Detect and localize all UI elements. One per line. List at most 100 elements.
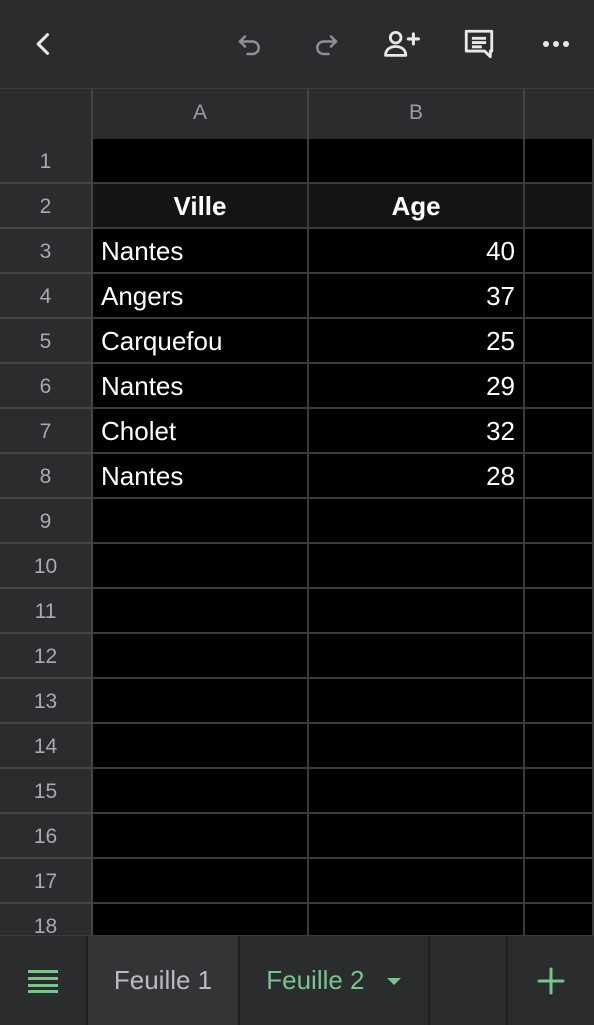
cell-b4[interactable]: 37 [309,274,525,319]
cell-c16[interactable] [525,814,594,859]
cell-b2[interactable]: Age [309,184,525,229]
cell-b15[interactable] [309,769,525,814]
tab-feuille-1[interactable]: Feuille 1 [88,936,238,1025]
row-number[interactable]: 16 [0,814,93,859]
cell-a17[interactable] [93,859,309,904]
column-header-bar: A B [0,89,594,141]
cell-c1[interactable] [525,139,594,184]
cell-c10[interactable] [525,544,594,589]
cell-a6[interactable]: Nantes [93,364,309,409]
cell-a14[interactable] [93,724,309,769]
cell-b6[interactable]: 29 [309,364,525,409]
column-header-a[interactable]: A [93,89,309,139]
row-number[interactable]: 6 [0,364,93,409]
cell-a10[interactable] [93,544,309,589]
cell-a3[interactable]: Nantes [93,229,309,274]
cell-c13[interactable] [525,679,594,724]
cell-c4[interactable] [525,274,594,319]
table-row: 17 [0,859,594,904]
add-person-icon[interactable] [376,18,428,70]
row-number[interactable]: 2 [0,184,93,229]
select-all-corner[interactable] [0,89,93,139]
tab-label: Feuille 2 [266,965,365,995]
back-icon[interactable] [18,18,70,70]
sheet-list-icon[interactable] [0,936,86,1025]
cell-c14[interactable] [525,724,594,769]
cell-a7[interactable]: Cholet [93,409,309,454]
row-number[interactable]: 10 [0,544,93,589]
cell-b17[interactable] [309,859,525,904]
cell-a2[interactable]: Ville [93,184,309,229]
cell-a16[interactable] [93,814,309,859]
cell-b10[interactable] [309,544,525,589]
row-number[interactable]: 18 [0,904,93,935]
cell-c17[interactable] [525,859,594,904]
cell-c6[interactable] [525,364,594,409]
cell-b13[interactable] [309,679,525,724]
row-number[interactable]: 15 [0,769,93,814]
cell-a1[interactable] [93,139,309,184]
row-number[interactable]: 14 [0,724,93,769]
cell-b11[interactable] [309,589,525,634]
table-row: 16 [0,814,594,859]
column-header-b[interactable]: B [309,89,525,139]
cell-a18[interactable] [93,904,309,935]
cell-c9[interactable] [525,499,594,544]
row-number[interactable]: 13 [0,679,93,724]
cell-c2[interactable] [525,184,594,229]
cell-a13[interactable] [93,679,309,724]
row-number[interactable]: 5 [0,319,93,364]
row-number[interactable]: 17 [0,859,93,904]
cell-a9[interactable] [93,499,309,544]
table-row: 7 Cholet 32 [0,409,594,454]
row-number[interactable]: 11 [0,589,93,634]
row-number[interactable]: 12 [0,634,93,679]
cell-b1[interactable] [309,139,525,184]
cell-b12[interactable] [309,634,525,679]
cell-c3[interactable] [525,229,594,274]
cell-a11[interactable] [93,589,309,634]
tab-label: Feuille 1 [113,965,213,995]
table-row: 12 [0,634,594,679]
cell-b3[interactable]: 40 [309,229,525,274]
cell-c7[interactable] [525,409,594,454]
cell-c18[interactable] [525,904,594,935]
sheet-tab-bar: Feuille 1 Feuille 2 [0,935,594,1025]
cell-a12[interactable] [93,634,309,679]
spreadsheet-grid: 1 2 Ville Age 3 Nantes 40 4 Angers 37 5 … [0,139,594,935]
tab-feuille-2[interactable]: Feuille 2 [240,936,428,1025]
cell-b9[interactable] [309,499,525,544]
cell-a4[interactable]: Angers [93,274,309,319]
more-icon[interactable] [530,18,582,70]
cell-c12[interactable] [525,634,594,679]
row-number[interactable]: 8 [0,454,93,499]
plus-icon [537,967,565,994]
cell-c11[interactable] [525,589,594,634]
table-row: 11 [0,589,594,634]
cell-a5[interactable]: Carquefou [93,319,309,364]
undo-icon[interactable] [224,18,276,70]
cell-c8[interactable] [525,454,594,499]
row-number[interactable]: 1 [0,139,93,184]
table-row: 18 [0,904,594,935]
cell-b7[interactable]: 32 [309,409,525,454]
caret-down-icon[interactable] [386,977,402,987]
cell-b16[interactable] [309,814,525,859]
cell-a15[interactable] [93,769,309,814]
row-number[interactable]: 7 [0,409,93,454]
table-row: 4 Angers 37 [0,274,594,319]
redo-icon[interactable] [300,18,352,70]
cell-c15[interactable] [525,769,594,814]
comment-icon[interactable] [453,18,505,70]
row-number[interactable]: 4 [0,274,93,319]
column-header-c[interactable] [525,89,594,139]
cell-b8[interactable]: 28 [309,454,525,499]
row-number[interactable]: 9 [0,499,93,544]
cell-c5[interactable] [525,319,594,364]
cell-b18[interactable] [309,904,525,935]
cell-a8[interactable]: Nantes [93,454,309,499]
row-number[interactable]: 3 [0,229,93,274]
cell-b5[interactable]: 25 [309,319,525,364]
cell-b14[interactable] [309,724,525,769]
add-sheet-button[interactable] [506,936,594,1025]
